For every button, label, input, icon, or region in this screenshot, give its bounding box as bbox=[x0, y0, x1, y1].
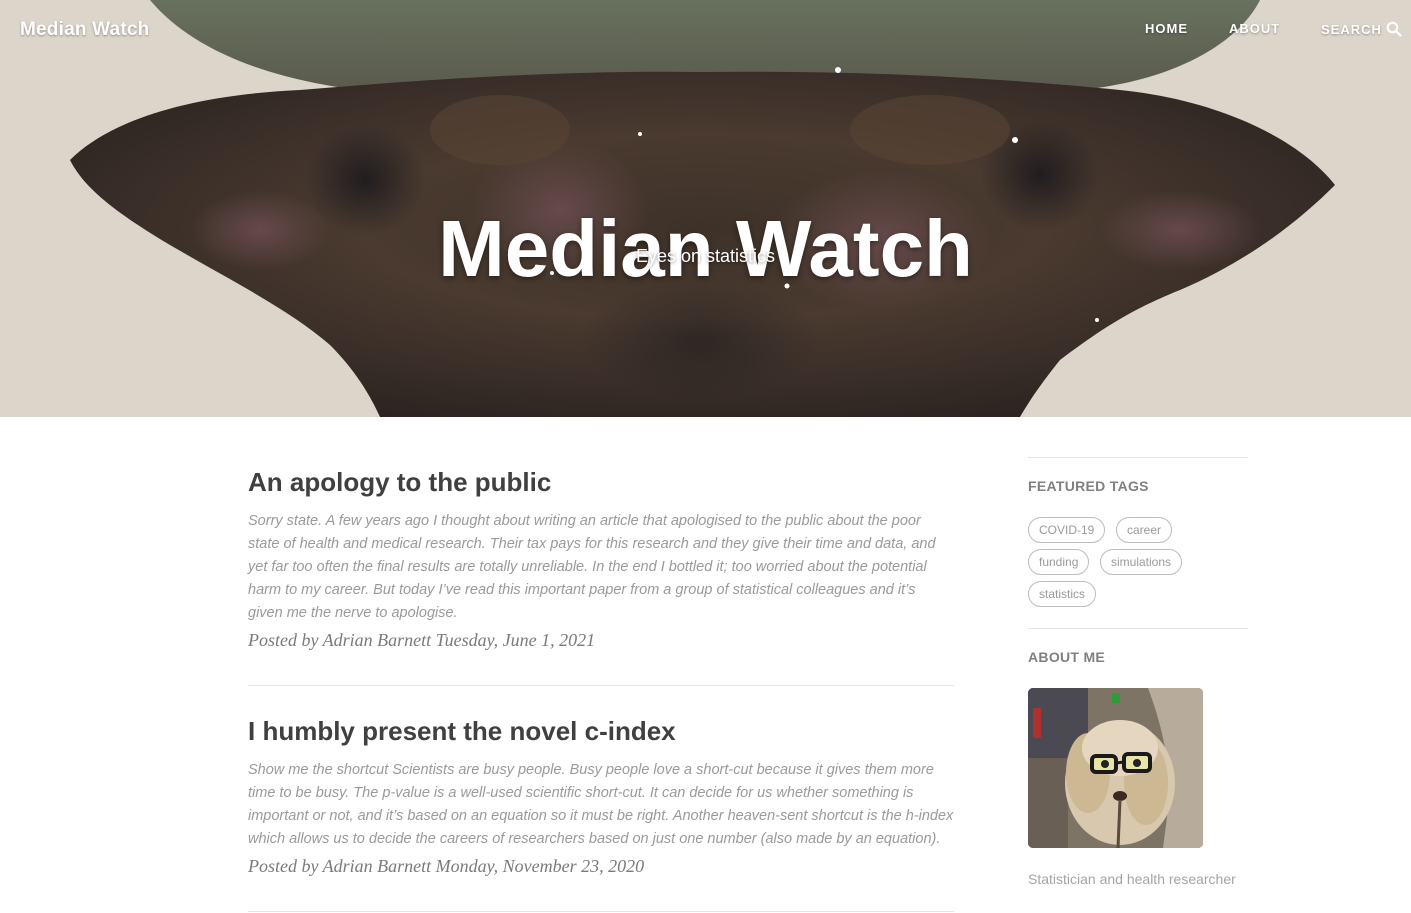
about-me-text: Statistician and health researcher bbox=[1028, 871, 1236, 887]
dog-with-glasses-photo bbox=[1028, 688, 1203, 848]
avatar bbox=[1028, 688, 1203, 848]
post-divider bbox=[248, 911, 954, 912]
site-brand-link[interactable]: Median Watch bbox=[20, 19, 149, 41]
featured-tags-heading: FEATURED TAGS bbox=[1028, 478, 1149, 494]
post-divider bbox=[248, 685, 954, 686]
hero-header: Median Watch HOME ABOUT SEARCH Median Wa… bbox=[0, 0, 1411, 417]
tag-statistics[interactable]: statistics bbox=[1028, 581, 1097, 607]
nav-search-label: SEARCH bbox=[1321, 21, 1382, 37]
tag-funding[interactable]: funding bbox=[1028, 549, 1090, 575]
post-title-link[interactable]: I humbly present the novel c-index bbox=[248, 715, 954, 747]
sidebar-divider bbox=[1028, 628, 1248, 629]
about-me-heading: ABOUT ME bbox=[1028, 649, 1106, 665]
search-icon bbox=[1386, 21, 1402, 37]
post-excerpt: Sorry state. A few years ago I thought a… bbox=[248, 513, 936, 621]
sidebar-divider bbox=[1028, 457, 1248, 458]
post-excerpt: Show me the shortcut Scientists are busy… bbox=[248, 762, 954, 847]
post-meta: Posted by Adrian Barnett Tuesday, June 1… bbox=[248, 630, 596, 650]
post-preview: An apology to the public Sorry state. A … bbox=[248, 466, 954, 652]
nav-search-link[interactable]: SEARCH bbox=[1321, 21, 1402, 37]
tag-career[interactable]: career bbox=[1116, 517, 1173, 543]
post-meta: Posted by Adrian Barnett Monday, Novembe… bbox=[248, 856, 645, 876]
tag-covid-19[interactable]: COVID-19 bbox=[1028, 517, 1106, 543]
post-preview: I humbly present the novel c-index Show … bbox=[248, 715, 954, 878]
post-title-link[interactable]: An apology to the public bbox=[248, 466, 954, 498]
nav-about-link[interactable]: ABOUT bbox=[1229, 21, 1280, 36]
page-subtitle: Eyes on statistics bbox=[635, 246, 776, 266]
tag-simulations[interactable]: simulations bbox=[1100, 549, 1183, 575]
nav-home-link[interactable]: HOME bbox=[1145, 21, 1188, 36]
